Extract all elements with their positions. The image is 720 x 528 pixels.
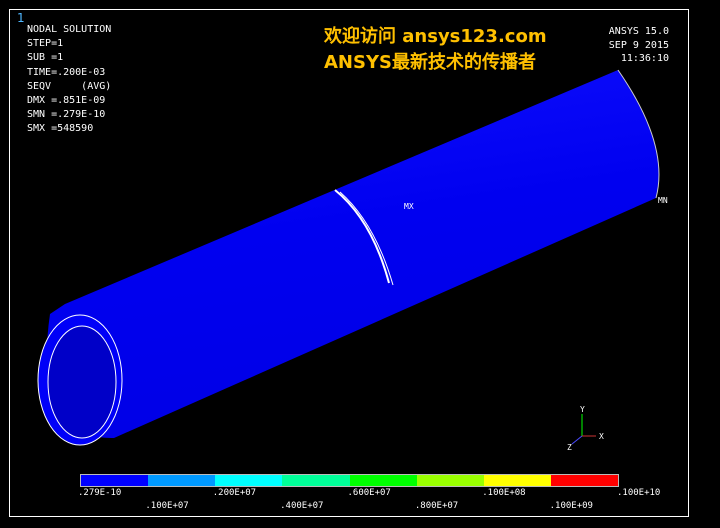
legend-swatch	[483, 475, 551, 486]
legend-label-bottom: .100E+07	[145, 501, 189, 511]
near-end-inner	[47, 325, 117, 439]
z-axis-label: Z	[567, 443, 572, 452]
legend-label-top: .600E+07	[347, 488, 391, 498]
legend-label-top: .279E-10	[78, 488, 122, 498]
y-axis-label: Y	[580, 405, 585, 414]
legend-label-top: .100E+08	[482, 488, 526, 498]
legend-swatch	[550, 475, 618, 486]
legend-label-bottom: .400E+07	[280, 501, 324, 511]
legend-swatch	[215, 475, 283, 486]
legend-label-top: .100E+10	[617, 488, 661, 498]
legend-swatch	[416, 475, 484, 486]
min-marker: MN	[658, 196, 668, 205]
max-marker: MX	[404, 202, 414, 211]
legend-swatch	[282, 475, 350, 486]
x-axis-label: X	[599, 432, 604, 441]
legend-label-bottom: .100E+09	[549, 501, 593, 511]
axis-triad-icon: Y Z X	[567, 405, 604, 452]
legend-swatch	[148, 475, 216, 486]
legend-swatch	[349, 475, 417, 486]
legend-label-top: .200E+07	[212, 488, 257, 498]
graphics-window[interactable]: 1 NODAL SOLUTION STEP=1 SUB =1 TIME=.200…	[9, 9, 689, 517]
legend-swatch	[81, 475, 149, 486]
contour-legend-bar	[80, 474, 619, 487]
pipe-body	[46, 70, 659, 439]
legend-label-bottom: .800E+07	[414, 501, 459, 511]
